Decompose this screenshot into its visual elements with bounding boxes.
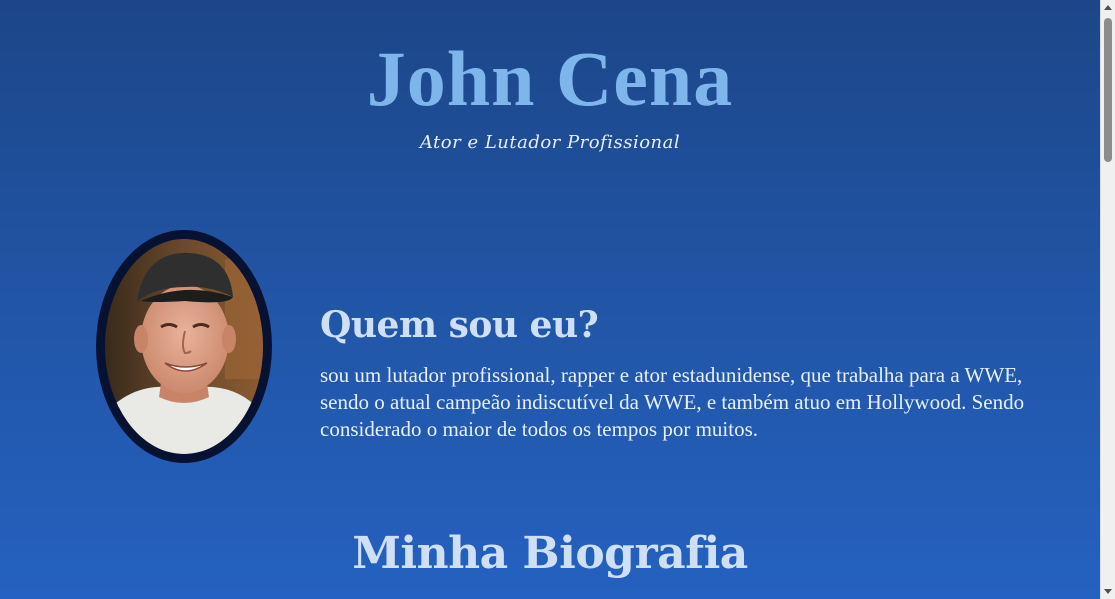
page-header: John Cena Ator e Lutador Profissional (0, 0, 1100, 170)
scrollbar-thumb[interactable] (1104, 18, 1112, 162)
scroll-down-arrow-icon[interactable] (1101, 584, 1115, 599)
page-subtitle: Ator e Lutador Profissional (419, 132, 681, 153)
about-text: sou um lutador profissional, rapper e at… (320, 363, 1025, 441)
profile-photo (96, 230, 272, 463)
page-title: John Cena (366, 35, 734, 122)
vertical-scrollbar[interactable] (1100, 0, 1115, 599)
about-heading: Quem sou eu? (320, 304, 599, 346)
profile-photo-image (105, 239, 263, 454)
biography-heading: Minha Biografia (352, 528, 748, 579)
scroll-up-arrow-icon[interactable] (1101, 0, 1115, 15)
